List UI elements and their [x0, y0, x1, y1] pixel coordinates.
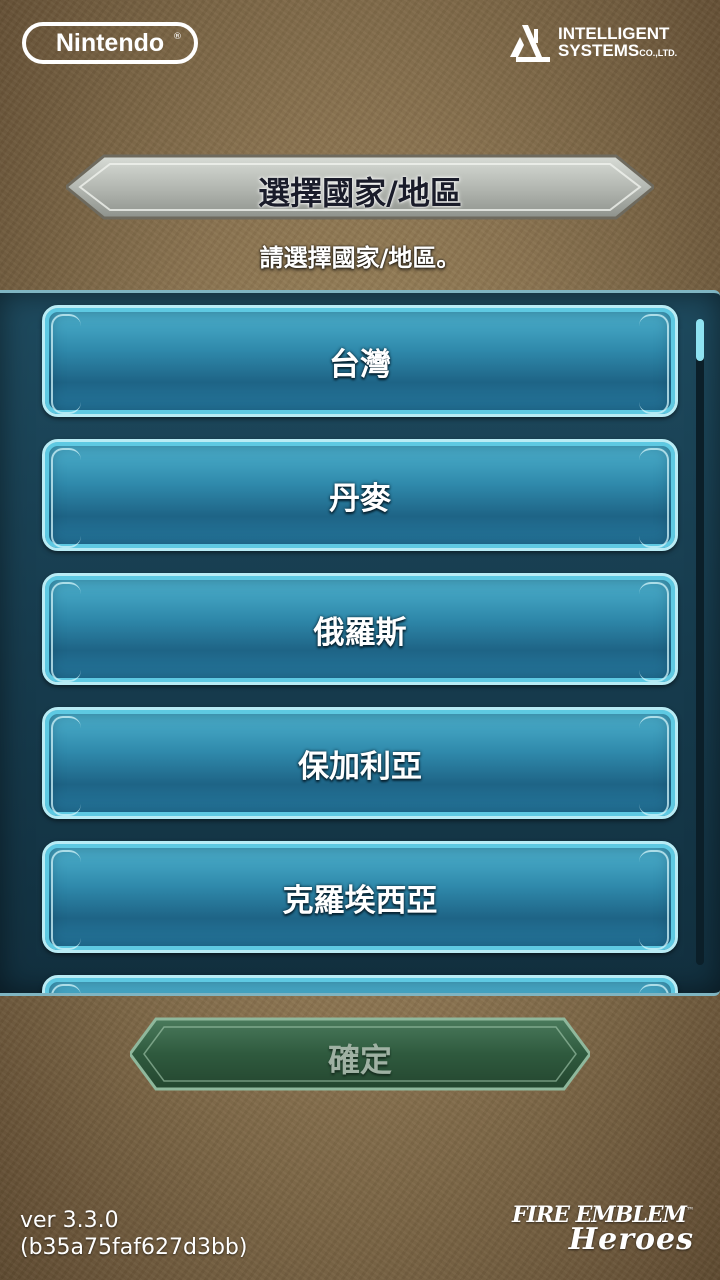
country-item-label: 俄羅斯: [313, 614, 407, 651]
intelligent-systems-text: INTELLIGENT SYSTEMSCO.,LTD.: [558, 25, 677, 62]
country-item-label: 克羅埃西亞: [282, 882, 438, 919]
fe-logo-tm: ™: [686, 1206, 694, 1215]
title-plate: 選擇國家/地區: [66, 152, 654, 222]
intelligent-systems-icon: [510, 25, 550, 62]
fe-logo-line2: Heroes: [568, 1222, 694, 1257]
page-title: 選擇國家/地區: [258, 174, 462, 212]
intelligent-systems-line1: INTELLIGENT: [558, 23, 670, 43]
scrollbar-thumb[interactable]: [696, 319, 704, 361]
confirm-button[interactable]: 確定: [130, 1016, 590, 1092]
nintendo-logo-text: Nintendo: [55, 28, 165, 57]
fire-emblem-heroes-logo: FIRE EMBLEM ™ Heroes: [512, 1200, 702, 1264]
country-list-panel[interactable]: 台灣 丹麥 俄羅斯 保加利亞 克羅埃西亞: [0, 290, 720, 996]
country-item-russia[interactable]: 俄羅斯: [42, 573, 678, 685]
country-item-label: 台灣: [329, 346, 391, 383]
country-item-bulgaria[interactable]: 保加利亞: [42, 707, 678, 819]
page-subtitle: 請選擇國家/地區。: [259, 244, 461, 272]
nintendo-logo: Nintendo ®: [22, 22, 198, 64]
country-item-taiwan[interactable]: 台灣: [42, 305, 678, 417]
intelligent-systems-logo: INTELLIGENT SYSTEMSCO.,LTD.: [508, 22, 698, 64]
registered-mark: ®: [173, 32, 182, 42]
intelligent-systems-suffix: CO.,LTD.: [639, 47, 678, 58]
country-item-label: 保加利亞: [298, 748, 422, 785]
version-info: ver 3.3.0 (b35a75faf627d3bb): [20, 1207, 247, 1261]
country-item-partial[interactable]: [42, 975, 678, 993]
country-item-croatia[interactable]: 克羅埃西亞: [42, 841, 678, 953]
build-hash: (b35a75faf627d3bb): [20, 1235, 248, 1260]
country-item-denmark[interactable]: 丹麥: [42, 439, 678, 551]
list-scrollbar[interactable]: [696, 319, 704, 965]
country-list[interactable]: 台灣 丹麥 俄羅斯 保加利亞 克羅埃西亞: [42, 305, 678, 993]
country-item-label: 丹麥: [329, 480, 391, 517]
version-number: ver 3.3.0: [20, 1208, 119, 1233]
confirm-button-label: 確定: [327, 1041, 392, 1079]
intelligent-systems-line2: SYSTEMS: [558, 40, 640, 60]
